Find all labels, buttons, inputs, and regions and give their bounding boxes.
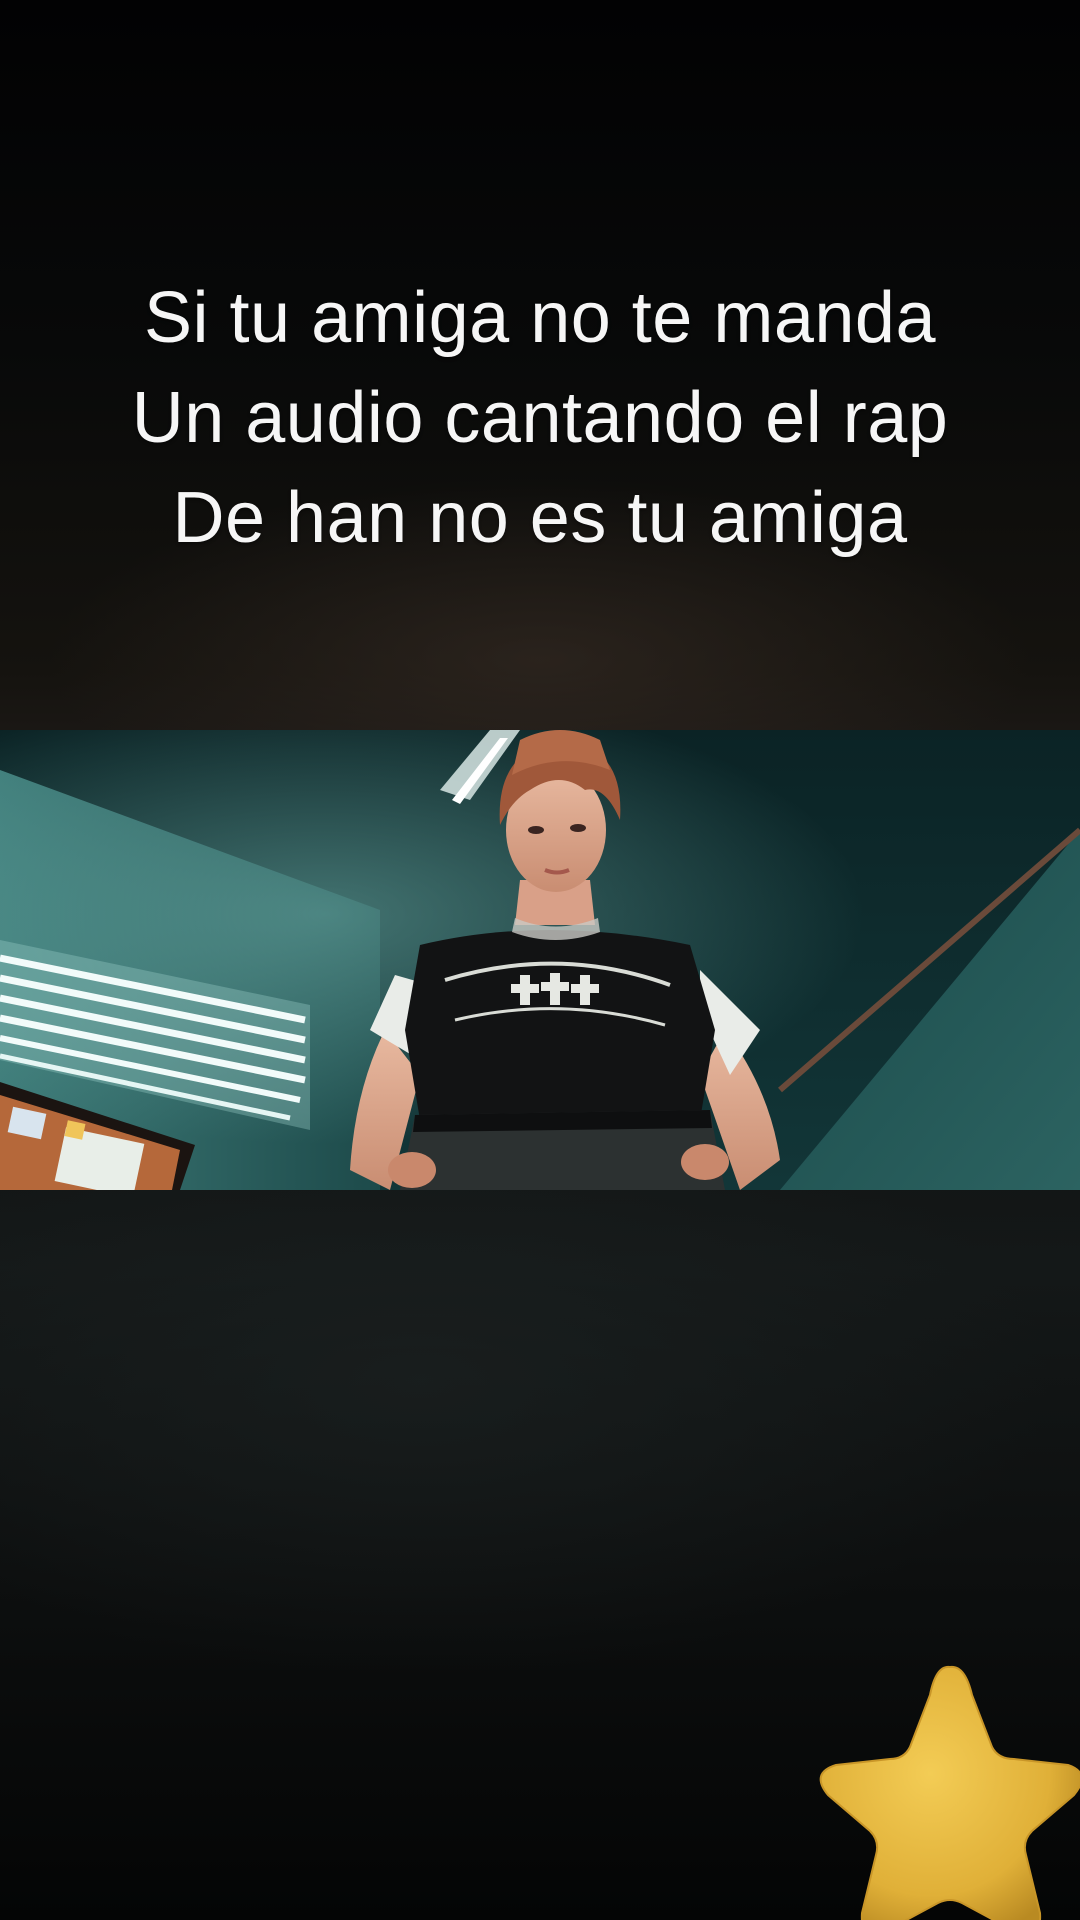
caption-line-1: Si tu amiga no te manda [144,278,936,358]
video-frame: Si tu amiga no te manda Un audio cantand… [0,0,1080,1920]
video-still [0,730,1080,1190]
scene-illustration [0,730,1080,1190]
caption-text: Si tu amiga no te manda Un audio cantand… [0,268,1080,568]
caption-line-2: Un audio cantando el rap [131,378,949,458]
cross-emblem [511,973,599,1005]
caption-line-3: De han no es tu amiga [172,478,908,558]
star-plush-icon [819,1665,1080,1920]
